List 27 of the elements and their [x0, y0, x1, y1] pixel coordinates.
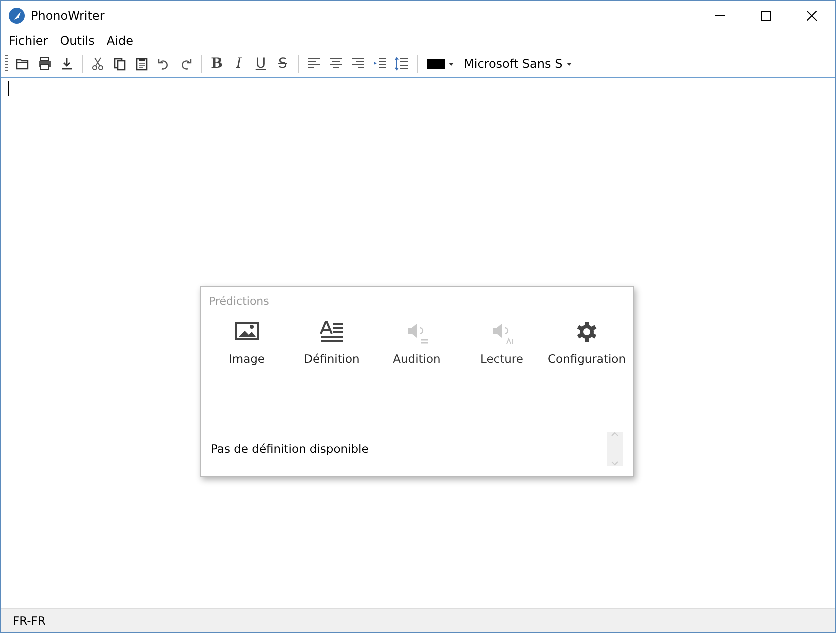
app-logo-icon	[9, 8, 25, 24]
window-title: PhonoWriter	[31, 9, 106, 23]
text-cursor	[8, 81, 9, 96]
language-label: FR-FR	[13, 614, 46, 628]
settings-button[interactable]: Configuration	[545, 318, 629, 366]
image-button[interactable]: Image	[205, 318, 289, 366]
menu-item[interactable]: Outils	[54, 34, 101, 48]
italic-button[interactable]: I	[229, 54, 249, 74]
caret-icon	[449, 62, 454, 66]
definition-button[interactable]: Définition	[290, 318, 374, 366]
underline-button[interactable]: U	[251, 54, 271, 74]
printer-icon	[37, 56, 53, 72]
caret-icon	[566, 62, 572, 66]
strikethrough-button[interactable]: S	[273, 54, 293, 74]
font-dropdown[interactable]: Microsoft Sans S	[460, 54, 576, 74]
menu-item[interactable]: Fichier	[3, 34, 54, 48]
bold-button[interactable]: B	[207, 54, 227, 74]
menu-item[interactable]: Aide	[100, 34, 140, 48]
clipboard-icon	[134, 56, 150, 72]
definition-message: Pas de définition disponible	[211, 442, 370, 456]
panel-title: Prédictions	[209, 295, 270, 308]
scissors-icon	[90, 56, 106, 72]
maximize-icon	[761, 11, 771, 21]
download-icon	[59, 56, 75, 72]
line-spacing-icon	[394, 56, 410, 72]
copy-icon	[112, 56, 128, 72]
close-icon	[807, 11, 817, 21]
